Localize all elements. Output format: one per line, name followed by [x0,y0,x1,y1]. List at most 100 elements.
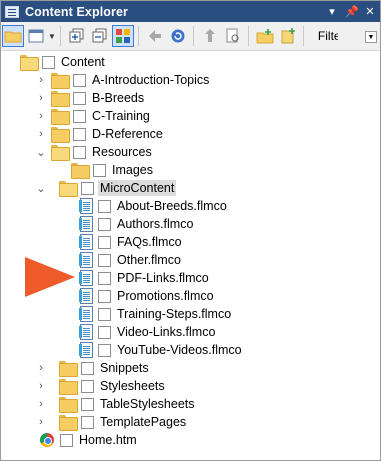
callout-arrow [25,257,75,297]
tree-item-folder-selected[interactable]: ⌄ MicroContent [35,179,177,197]
microcontent-file-icon [79,324,93,340]
checkbox[interactable] [98,271,111,285]
tree-item-file[interactable]: Other.flmco [79,251,183,269]
toolbar: ▼ Filter: ▼ [1,22,380,51]
checkbox[interactable] [98,307,111,321]
refresh-button[interactable] [167,25,189,47]
toolbar-separator [137,26,139,46]
toolbar-separator [192,26,194,46]
chevron-right-icon[interactable]: › [35,395,47,413]
move-icon [204,29,215,42]
checkbox[interactable] [81,397,94,411]
checkbox[interactable] [42,55,55,69]
tree-item-label: MicroContent [98,180,177,196]
checkbox[interactable] [73,145,86,159]
microcontent-file-icon [79,252,93,268]
chevron-down-icon[interactable]: ⌄ [35,143,47,161]
checkbox[interactable] [73,91,86,105]
tree-item-folder[interactable]: › Stylesheets [35,377,167,395]
show-files-button[interactable] [2,25,24,47]
tree-item-label: Snippets [100,361,149,375]
chevron-right-icon[interactable]: › [35,89,47,107]
microcontent-file-icon [79,216,93,232]
checkbox[interactable] [98,289,111,303]
tree-item-label: YouTube-Videos.flmco [117,343,242,357]
back-button[interactable] [144,25,166,47]
checkbox[interactable] [81,415,94,429]
tree-item-label: Promotions.flmco [117,289,214,303]
chevron-down-icon[interactable]: ▼ [48,32,56,41]
properties-button[interactable] [222,25,244,47]
chevron-right-icon[interactable]: › [35,125,47,143]
checkbox[interactable] [98,253,111,267]
tree-item-file[interactable]: Video-Links.flmco [79,323,217,341]
checkbox[interactable] [60,433,73,447]
tree-item-file[interactable]: PDF-Links.flmco [79,269,211,287]
tree-item-folder[interactable]: › TableStylesheets [35,395,197,413]
checkbox[interactable] [73,73,86,87]
checkbox[interactable] [81,181,94,195]
tree-item-folder[interactable]: › D-Reference [35,125,165,143]
tree-item-folder[interactable]: ⌄ Resources [35,143,154,161]
checkbox[interactable] [98,343,111,357]
checkbox[interactable] [73,127,86,141]
checkbox[interactable] [81,379,94,393]
chrome-icon [40,433,54,447]
title-controls: ▾ 📌 ✕ [326,1,376,22]
move-up-button[interactable] [199,25,221,47]
tree-item-label: FAQs.flmco [117,235,182,249]
panel-icon [5,5,19,18]
tree-item-label: Training-Steps.flmco [117,307,232,321]
tree-item-folder[interactable]: › B-Breeds [35,89,146,107]
back-icon [148,30,161,42]
toolbar-separator [59,26,61,46]
folder-icon [59,379,78,395]
dropdown-icon[interactable]: ▾ [326,5,338,18]
show-status-button[interactable] [111,25,134,47]
chevron-right-icon[interactable]: › [35,107,47,125]
filter-input[interactable] [338,26,363,46]
tree-item-file[interactable]: FAQs.flmco [79,233,184,251]
tree-item-content[interactable]: Content [20,53,107,71]
checkbox[interactable] [98,217,111,231]
new-file-button[interactable] [277,25,299,47]
tree-item-file[interactable]: YouTube-Videos.flmco [79,341,244,359]
checkbox[interactable] [98,199,111,213]
chevron-down-icon[interactable]: ⌄ [35,179,47,197]
view-mode-button[interactable] [25,25,47,47]
microcontent-file-icon [79,288,93,304]
folder-icon [51,127,70,143]
checkbox[interactable] [98,325,111,339]
filter-dropdown-icon[interactable]: ▼ [365,31,377,43]
content-explorer-panel: Content Explorer ▾ 📌 ✕ ▼ Filter: ▼ Conte… [0,0,381,461]
tree-item-folder[interactable]: › A-Introduction-Topics [35,71,211,89]
tree-item-file[interactable]: Promotions.flmco [79,287,216,305]
checkbox[interactable] [93,163,106,177]
tree-item-file[interactable]: Training-Steps.flmco [79,305,233,323]
tree-item-file[interactable]: About-Breeds.flmco [79,197,229,215]
tree-item-file[interactable]: Home.htm [40,431,139,449]
checkbox[interactable] [81,361,94,375]
collapse-all-button[interactable] [89,25,111,47]
close-icon[interactable]: ✕ [364,5,376,18]
new-folder-button[interactable] [254,25,276,47]
checkbox[interactable] [73,109,86,123]
chevron-right-icon[interactable]: › [35,413,47,431]
chevron-right-icon[interactable]: › [35,71,47,89]
chevron-right-icon[interactable]: › [35,377,47,395]
chevron-right-icon[interactable]: › [35,359,47,377]
folder-open-icon [20,55,39,71]
checkbox[interactable] [98,235,111,249]
tree-item-label: Stylesheets [100,379,165,393]
tree-item-folder[interactable]: › TemplatePages [35,413,188,431]
tree-item-file[interactable]: Authors.flmco [79,215,195,233]
tree-item-folder[interactable]: › C-Training [35,107,152,125]
expand-all-button[interactable] [66,25,88,47]
tree-item-folder[interactable]: Images [55,161,155,179]
tree-item-folder[interactable]: › Snippets [35,359,151,377]
tree-item-label: Video-Links.flmco [117,325,216,339]
tree-item-label: Images [112,163,153,177]
pin-icon[interactable]: 📌 [345,5,359,18]
toolbar-separator [247,26,249,46]
tree-item-label: About-Breeds.flmco [117,199,227,213]
